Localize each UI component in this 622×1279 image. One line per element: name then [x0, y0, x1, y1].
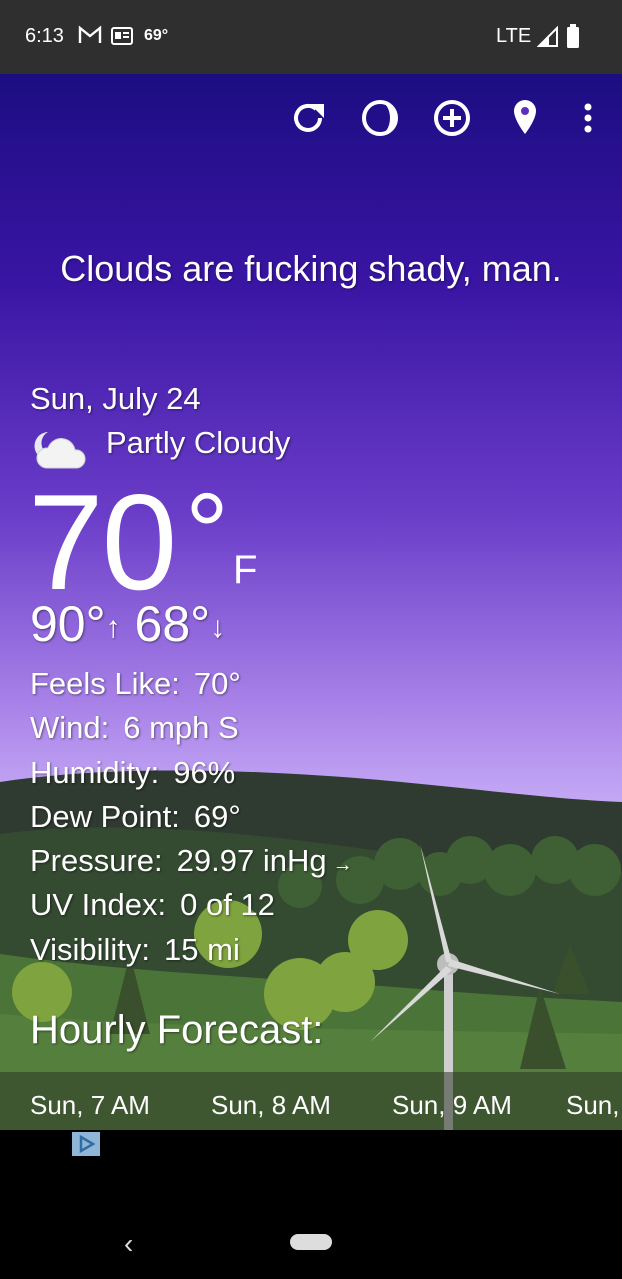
- current-condition: Partly Cloudy: [106, 425, 291, 460]
- detail-value: 15 mi: [164, 931, 240, 967]
- weather-details: Feels Like: 70° Wind: 6 mph S Humidity: 96%…: [30, 662, 353, 972]
- moon-phase-icon: [362, 100, 398, 136]
- detail-label: Wind:: [30, 710, 110, 746]
- temperature-unit: F: [233, 548, 258, 592]
- tagline: Clouds are fucking shady, man.: [60, 248, 562, 289]
- gmail-icon: [78, 25, 102, 50]
- hourly-item[interactable]: Sun,: [566, 1090, 620, 1121]
- arrow-up-icon: ↑: [105, 610, 121, 644]
- detail-feels-like: Feels Like: 70°: [30, 662, 353, 706]
- detail-uv-index: UV Index: 0 of 12: [30, 883, 353, 927]
- hourly-item[interactable]: Sun, 9 AM: [392, 1090, 512, 1121]
- hourly-forecast-title: Hourly Forecast:: [30, 1008, 324, 1052]
- weather-background: Clouds are fucking shady, man. Sun, July…: [0, 74, 622, 1130]
- hourly-item[interactable]: Sun, 8 AM: [211, 1090, 331, 1121]
- ad-choices-icon[interactable]: [72, 1132, 100, 1156]
- high-temperature: 90°: [30, 596, 106, 652]
- back-icon[interactable]: ‹: [124, 1228, 133, 1260]
- home-pill-button[interactable]: [290, 1234, 332, 1250]
- battery-icon: [567, 24, 579, 53]
- hourly-forecast-strip[interactable]: Sun, 7 AM Sun, 8 AM Sun, 9 AM Sun,: [0, 1072, 622, 1130]
- network-type: LTE: [496, 25, 532, 47]
- detail-pressure: Pressure: 29.97 inHg →: [30, 839, 353, 883]
- detail-wind: Wind: 6 mph S: [30, 706, 353, 750]
- add-location-button[interactable]: [430, 96, 474, 140]
- detail-humidity: Humidity: 96%: [30, 751, 353, 795]
- detail-label: Pressure:: [30, 843, 163, 879]
- low-temperature: 68°: [134, 596, 211, 652]
- more-options-button[interactable]: [570, 96, 606, 140]
- detail-value: 6 mph S: [123, 710, 239, 746]
- detail-value: 29.97 inHg: [176, 843, 327, 879]
- current-date: Sun, July 24: [30, 381, 201, 416]
- ad-banner[interactable]: [0, 1130, 622, 1210]
- high-low-temperatures: 90°↑ 68°↓: [30, 594, 225, 658]
- detail-label: Dew Point:: [30, 798, 180, 834]
- detail-value: 69°: [193, 798, 241, 834]
- location-pin-icon: [514, 100, 536, 134]
- location-button[interactable]: [503, 96, 547, 140]
- detail-value: 0 of 12: [180, 887, 275, 923]
- status-temperature: 69°: [144, 27, 169, 44]
- status-bar: 6:13 69° LTE: [0, 0, 622, 74]
- navigation-bar: ‹: [0, 1210, 622, 1279]
- detail-value: 70°: [193, 666, 241, 701]
- detail-label: Visibility:: [30, 931, 151, 967]
- detail-dew-point: Dew Point: 69°: [30, 795, 353, 839]
- hourly-item[interactable]: Sun, 7 AM: [30, 1090, 150, 1121]
- detail-label: Humidity:: [30, 754, 160, 790]
- signal-icon: [536, 25, 559, 53]
- more-options-icon: [584, 103, 592, 133]
- status-time: 6:13: [25, 25, 64, 47]
- news-icon: [111, 27, 133, 50]
- detail-label: UV Index:: [30, 887, 167, 923]
- arrow-down-icon: ↓: [210, 610, 226, 644]
- detail-value: 96%: [173, 754, 236, 790]
- temperature-degree-symbol: °: [185, 471, 229, 594]
- detail-visibility: Visibility: 15 mi: [30, 928, 353, 972]
- detail-label: Feels Like:: [30, 666, 180, 701]
- pressure-trend-arrow-icon: →: [332, 854, 353, 877]
- moon-phase-button[interactable]: [358, 96, 402, 140]
- refresh-icon: [294, 103, 324, 132]
- current-temperature: 70: [28, 466, 177, 618]
- add-location-icon: [434, 100, 470, 136]
- refresh-button[interactable]: [286, 96, 330, 140]
